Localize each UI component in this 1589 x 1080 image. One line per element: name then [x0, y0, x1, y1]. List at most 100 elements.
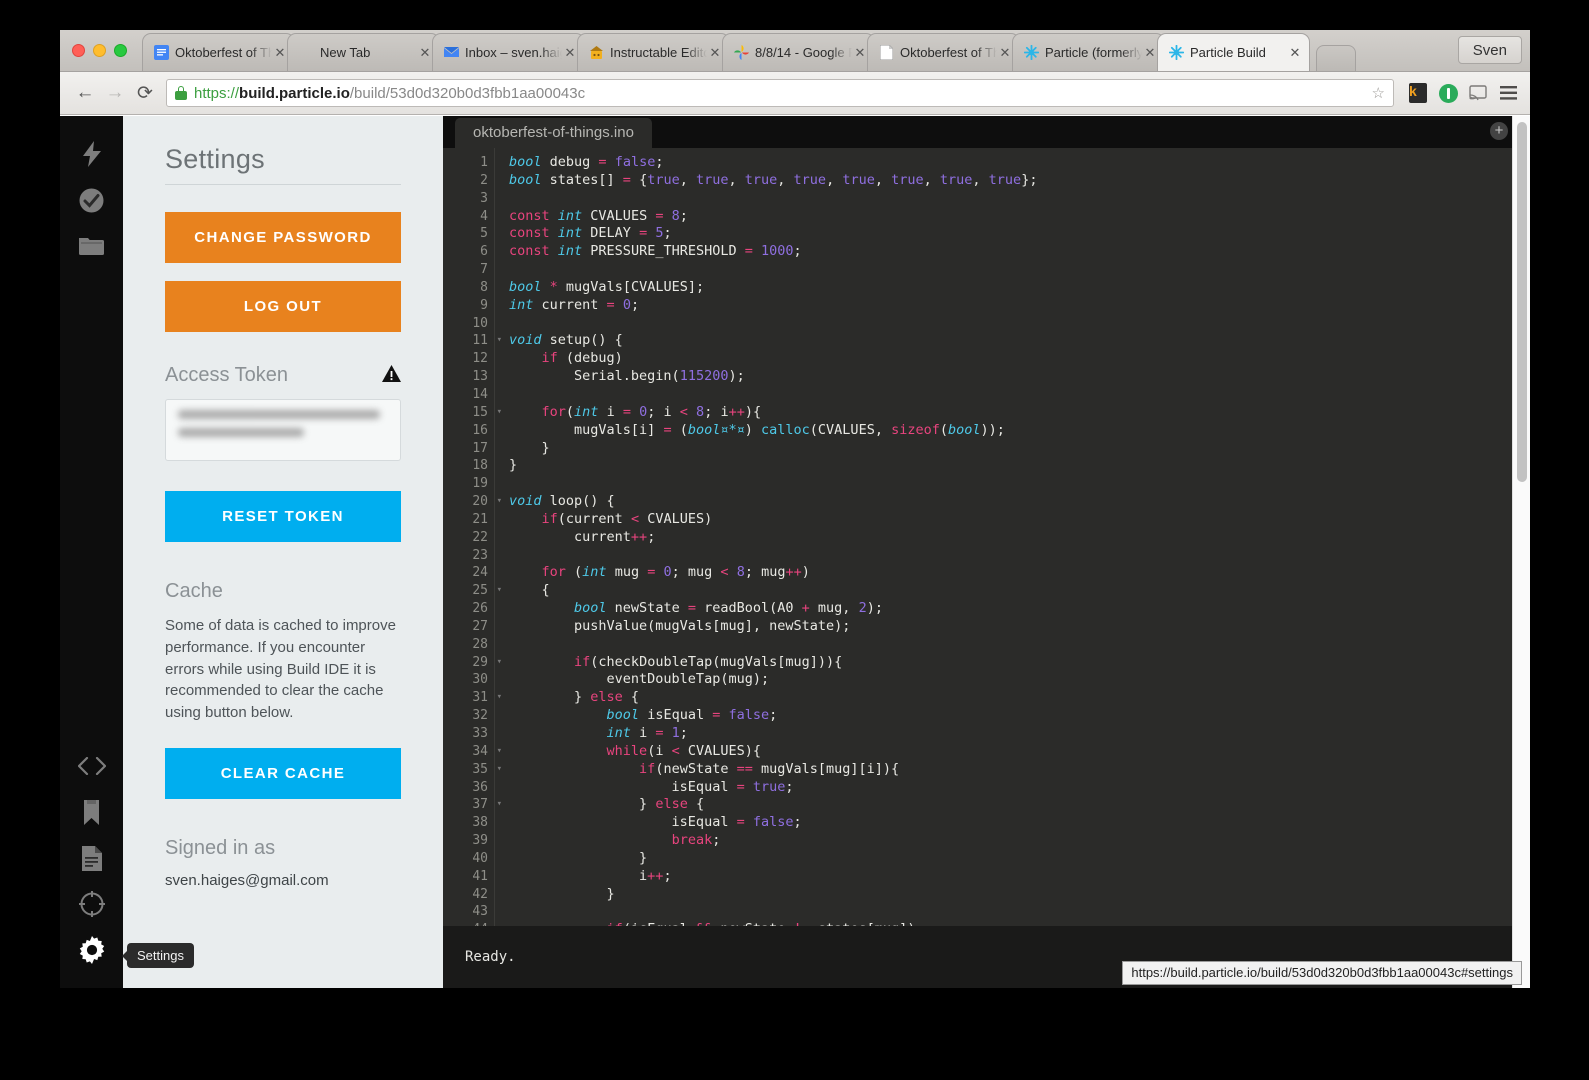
code-line: } [509, 439, 550, 456]
window-maximize-button[interactable] [114, 44, 127, 57]
library-bookmark-icon[interactable] [70, 790, 114, 834]
browser-tab-close-icon[interactable]: ✕ [1142, 46, 1158, 59]
url-scheme: https:// [194, 84, 240, 102]
window-minimize-button[interactable] [93, 44, 106, 57]
settings-title: Settings [165, 144, 401, 185]
file-tab-ino[interactable]: oktoberfest-of-things.ino [455, 118, 652, 148]
access-token-field[interactable] [165, 399, 401, 461]
browser-tab-4[interactable]: 8/8/14 - Google P ✕ [722, 33, 875, 71]
access-token-masked-line [178, 410, 380, 419]
line-number: 26 [472, 601, 488, 617]
page-vertical-scrollbar[interactable] [1512, 116, 1530, 988]
line-number: 27 [472, 618, 488, 634]
browser-tab-close-icon[interactable]: ✕ [852, 46, 868, 59]
code-scroll-area[interactable]: 1 2 3 4 5 6 7 8 9 10 11 ▾ 12 13 14 15 ▾ 16 17 18 19 20 ▾ 21 22 23… [443, 148, 1530, 926]
code-line: eventDoubleTap(mug); [509, 671, 770, 688]
line-number: 37 ▾ [472, 797, 502, 813]
browser-tab-close-icon[interactable]: ✕ [417, 46, 433, 59]
browser-tab-close-icon[interactable]: ✕ [1287, 46, 1303, 59]
code-line: bool states[] = {true, true, true, true,… [509, 171, 1038, 188]
code-line: break; [671, 832, 721, 849]
log-out-button[interactable]: LOG OUT [165, 281, 401, 332]
code-line: const int DELAY = 5; [509, 225, 672, 242]
browser-tab-close-icon[interactable]: ✕ [562, 46, 578, 59]
browser-tab-7[interactable]: Particle Build ✕ [1157, 33, 1310, 71]
browser-tab-close-icon[interactable]: ✕ [272, 46, 288, 59]
change-password-button[interactable]: CHANGE PASSWORD [165, 212, 401, 263]
browser-window: Oktoberfest of Thi ✕ New Tab ✕ Inbox – sven.… [60, 30, 1530, 988]
save-icon[interactable] [70, 224, 114, 268]
browser-tab-0[interactable]: Oktoberfest of Thi ✕ [142, 33, 295, 71]
code-line: if(newState == mugVals[mug][i]){ [639, 760, 900, 777]
code-line: } [509, 849, 648, 866]
devices-target-icon[interactable] [70, 882, 114, 926]
profile-button[interactable]: Sven [1457, 36, 1522, 64]
lastpass-extension-icon[interactable] [1436, 81, 1460, 105]
line-number-gutter: 1 2 3 4 5 6 7 8 9 10 11 ▾ 12 13 14 15 ▾ 16 17 18 19 20 ▾ 21 22 23… [443, 148, 502, 926]
code-line: void setup() { [509, 332, 623, 349]
kippt-extension-icon[interactable]: k [1406, 81, 1430, 105]
code-icon[interactable] [70, 744, 114, 788]
browser-tab-close-icon[interactable]: ✕ [997, 46, 1013, 59]
app-page: Settings Settings CHANGE PASSWORD LOG OU… [60, 116, 1530, 988]
settings-gear-icon[interactable] [70, 928, 114, 972]
signed-in-email: sven.haiges@gmail.com [165, 871, 329, 889]
browser-tab-6[interactable]: Particle (formerly S✕ [1012, 33, 1165, 71]
docs-icon[interactable] [70, 836, 114, 880]
line-number: 34 ▾ [472, 743, 502, 759]
cast-icon[interactable] [1466, 81, 1490, 105]
code-line: const int PRESSURE_THRESHOLD = 1000; [509, 243, 802, 260]
add-file-icon[interactable]: + [1490, 122, 1508, 140]
line-number: 17 [472, 440, 488, 456]
flash-icon[interactable] [70, 132, 114, 176]
browser-tabs: Oktoberfest of Thi ✕ New Tab ✕ Inbox – sven.… [142, 33, 1530, 71]
particle-icon [1023, 45, 1039, 61]
browser-tab-2[interactable]: Inbox – sven.haige✕ [432, 33, 585, 71]
browser-tab-5[interactable]: Oktoberfest of Thi ✕ [867, 33, 1020, 71]
code-line: i++; [509, 867, 672, 884]
access-token-masked-line [178, 428, 304, 437]
status-text: Ready. [465, 949, 516, 965]
code-editor: oktoberfest-of-things.ino + 1 2 3 4 5 6 7 8 9 10 1… [443, 116, 1530, 988]
none [298, 45, 314, 61]
line-number: 43 [472, 904, 488, 920]
browser-tab-title: Inbox – sven.haige [465, 45, 562, 60]
line-number: 31 ▾ [472, 690, 502, 706]
line-number: 21 [472, 511, 488, 527]
browser-tab-1[interactable]: New Tab ✕ [287, 33, 440, 71]
bookmark-star-icon[interactable]: ☆ [1364, 84, 1385, 102]
verify-icon[interactable] [70, 178, 114, 222]
reset-token-button[interactable]: RESET TOKEN [165, 491, 401, 542]
scrollbar-thumb[interactable] [1517, 122, 1527, 482]
line-number: 24 [472, 565, 488, 581]
browser-tab-title: Instructable Editor [610, 45, 707, 60]
profile-label: Sven [1472, 41, 1507, 59]
address-bar[interactable]: https://build.particle.io/build/53d0d320… [166, 79, 1394, 107]
settings-panel: Settings CHANGE PASSWORD LOG OUT Access … [123, 116, 443, 988]
tab-strip: Oktoberfest of Thi ✕ New Tab ✕ Inbox – sven.… [60, 30, 1530, 72]
back-icon[interactable]: ← [70, 78, 100, 108]
code-line: mugVals[i] = (bool¤*¤) calloc(CVALUES, s… [509, 421, 1005, 438]
window-close-button[interactable] [72, 44, 85, 57]
icon-rail-bottom [60, 744, 123, 974]
signed-in-label: Signed in as [165, 836, 276, 859]
window-traffic-lights [72, 44, 127, 57]
chrome-menu-icon[interactable] [1496, 81, 1520, 105]
line-number: 25 ▾ [472, 583, 502, 599]
code-line: bool isEqual = false; [606, 707, 778, 724]
new-tab-button[interactable] [1316, 45, 1356, 71]
line-number: 19 [472, 476, 488, 492]
inbox-icon [443, 45, 459, 61]
code-line: const int CVALUES = 8; [509, 207, 688, 224]
browser-tab-close-icon[interactable]: ✕ [707, 46, 723, 59]
clear-cache-button[interactable]: CLEAR CACHE [165, 747, 401, 799]
warning-triangle-icon [382, 365, 401, 386]
browser-toolbar: ← → ⟳ https://build.particle.io/build/53… [60, 72, 1530, 115]
reload-icon[interactable]: ⟳ [130, 78, 160, 108]
forward-icon[interactable]: → [100, 78, 130, 108]
code-content[interactable]: bool debug = false; bool states[] = {true… [495, 148, 1530, 926]
browser-tab-3[interactable]: Instructable Editor ✕ [577, 33, 730, 71]
line-number: 14 [472, 386, 488, 402]
